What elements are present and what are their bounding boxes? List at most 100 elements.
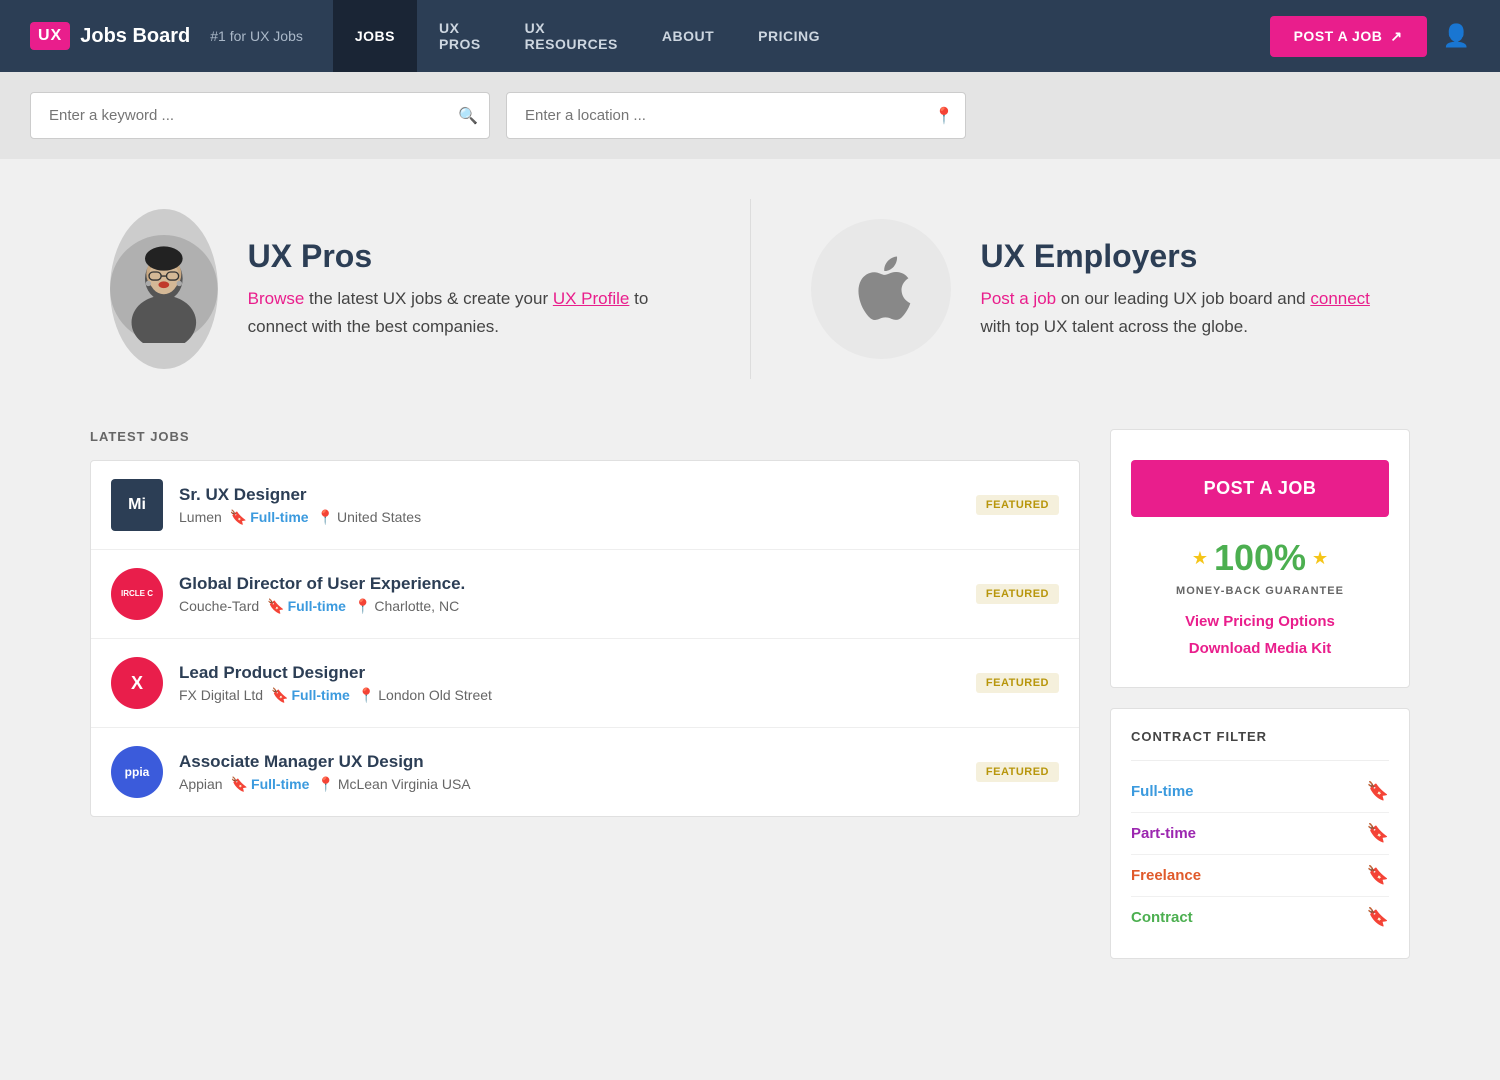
job-meta: FX Digital Ltd 🔖 Full-time 📍 London Old … (179, 687, 960, 704)
featured-badge: FEATURED (976, 584, 1059, 604)
apple-logo-circle (811, 219, 951, 359)
job-type: 🔖 Full-time (230, 509, 309, 526)
fulltime-bookmark-icon: 🔖 (1367, 781, 1389, 802)
filter-parttime-label: Part-time (1131, 825, 1196, 842)
bookmark-icon: 🔖 (267, 598, 284, 615)
browse-link[interactable]: Browse (248, 289, 305, 308)
user-icon[interactable]: 👤 (1443, 23, 1470, 49)
guarantee-label: MONEY-BACK GUARANTEE (1131, 585, 1389, 597)
bookmark-icon: 🔖 (271, 687, 288, 704)
search-bar: 🔍 📍 (0, 72, 1500, 159)
job-title: Global Director of User Experience. (179, 574, 960, 594)
ux-pros-description: Browse the latest UX jobs & create your … (248, 285, 690, 339)
job-logo: X (111, 657, 163, 709)
logo-box: UX (30, 22, 70, 50)
ux-employers-text: UX Employers Post a job on our leading U… (981, 238, 1391, 339)
job-info: Sr. UX Designer Lumen 🔖 Full-time 📍 Unit… (179, 485, 960, 526)
filter-fulltime[interactable]: Full-time 🔖 (1131, 771, 1389, 813)
location-search-wrap: 📍 (506, 92, 966, 139)
filter-divider (1131, 760, 1389, 761)
sidebar: POST A JOB ★ 100% ★ MONEY-BACK GUARANTEE… (1110, 429, 1410, 959)
job-location: 📍 McLean Virginia USA (317, 776, 470, 793)
filter-freelance-label: Freelance (1131, 867, 1201, 884)
filter-contract-label: Contract (1131, 909, 1193, 926)
location-icon: 📍 (934, 106, 954, 126)
media-kit-link[interactable]: Download Media Kit (1131, 640, 1389, 657)
navbar: UX Jobs Board #1 for UX Jobs JOBS UX PRO… (0, 0, 1500, 72)
connect-link[interactable]: connect (1310, 289, 1370, 308)
pin-icon: 📍 (317, 776, 334, 793)
filter-parttime[interactable]: Part-time 🔖 (1131, 813, 1389, 855)
pin-icon: 📍 (358, 687, 375, 704)
nav-link-ux-pros[interactable]: UX PROS (417, 0, 503, 72)
featured-badge: FEATURED (976, 673, 1059, 693)
nav-links: JOBS UX PROS UX RESOURCES ABOUT PRICING (333, 0, 842, 72)
job-info: Lead Product Designer FX Digital Ltd 🔖 F… (179, 663, 960, 704)
location-search-input[interactable] (506, 92, 966, 139)
post-job-button[interactable]: POST A JOB (1131, 460, 1389, 517)
job-type: 🔖 Full-time (267, 598, 346, 615)
featured-badge: FEATURED (976, 495, 1059, 515)
lower-section: LATEST JOBS Mi Sr. UX Designer Lumen 🔖 F… (90, 429, 1410, 959)
contract-filter: CONTRACT FILTER Full-time 🔖 Part-time 🔖 … (1110, 708, 1410, 959)
job-meta: Appian 🔖 Full-time 📍 McLean Virginia USA (179, 776, 960, 793)
star-left-icon: ★ (1192, 548, 1208, 569)
job-title: Associate Manager UX Design (179, 752, 960, 772)
nav-post-job-label: POST A JOB (1294, 28, 1383, 44)
search-icon: 🔍 (458, 108, 478, 125)
guarantee-percentage: 100% (1214, 537, 1306, 579)
brand-name: Jobs Board (80, 25, 190, 48)
nav-tagline: #1 for UX Jobs (210, 28, 303, 44)
job-logo: Mi (111, 479, 163, 531)
star-right-icon: ★ (1312, 548, 1328, 569)
post-job-card: POST A JOB ★ 100% ★ MONEY-BACK GUARANTEE… (1110, 429, 1410, 688)
nav-link-ux-resources[interactable]: UX RESOURCES (503, 0, 640, 72)
hero-section: UX Pros Browse the latest UX jobs & crea… (90, 189, 1410, 389)
bookmark-icon: 🔖 (230, 509, 247, 526)
job-title: Sr. UX Designer (179, 485, 960, 505)
table-row[interactable]: ppia Associate Manager UX Design Appian … (91, 728, 1079, 816)
pin-icon: 📍 (354, 598, 371, 615)
job-type: 🔖 Full-time (231, 776, 310, 793)
ux-profile-link[interactable]: UX Profile (553, 289, 630, 308)
hero-divider (750, 199, 751, 379)
job-type: 🔖 Full-time (271, 687, 350, 704)
filter-contract[interactable]: Contract 🔖 (1131, 897, 1389, 938)
job-company: FX Digital Ltd (179, 687, 263, 703)
filter-freelance[interactable]: Freelance 🔖 (1131, 855, 1389, 897)
job-location: 📍 United States (317, 509, 422, 526)
table-row[interactable]: X Lead Product Designer FX Digital Ltd 🔖… (91, 639, 1079, 728)
table-row[interactable]: Mi Sr. UX Designer Lumen 🔖 Full-time 📍 U… (91, 461, 1079, 550)
job-company: Appian (179, 776, 223, 792)
contract-bookmark-icon: 🔖 (1367, 907, 1389, 928)
post-job-link[interactable]: Post a job (981, 289, 1057, 308)
guarantee-row: ★ 100% ★ (1131, 537, 1389, 579)
ux-pros-avatar (110, 209, 218, 369)
table-row[interactable]: IRCLE C Global Director of User Experien… (91, 550, 1079, 639)
job-info: Associate Manager UX Design Appian 🔖 Ful… (179, 752, 960, 793)
contract-filter-heading: CONTRACT FILTER (1131, 729, 1389, 744)
job-logo: ppia (111, 746, 163, 798)
keyword-search-button[interactable]: 🔍 (458, 106, 478, 126)
job-location: 📍 London Old Street (358, 687, 492, 704)
keyword-search-wrap: 🔍 (30, 92, 490, 139)
filter-fulltime-label: Full-time (1131, 783, 1194, 800)
parttime-bookmark-icon: 🔖 (1367, 823, 1389, 844)
keyword-search-input[interactable] (30, 92, 490, 139)
jobs-section: LATEST JOBS Mi Sr. UX Designer Lumen 🔖 F… (90, 429, 1080, 959)
nav-link-pricing[interactable]: PRICING (736, 0, 842, 72)
nav-link-about[interactable]: ABOUT (640, 0, 736, 72)
job-info: Global Director of User Experience. Couc… (179, 574, 960, 615)
nav-post-job-button[interactable]: POST A JOB ↗ (1270, 16, 1427, 57)
nav-link-jobs[interactable]: JOBS (333, 0, 417, 72)
pin-icon: 📍 (317, 509, 334, 526)
job-location: 📍 Charlotte, NC (354, 598, 459, 615)
ux-employers-card: UX Employers Post a job on our leading U… (791, 189, 1411, 389)
ux-pros-title: UX Pros (248, 238, 690, 275)
ux-pros-card: UX Pros Browse the latest UX jobs & crea… (90, 189, 710, 389)
freelance-bookmark-icon: 🔖 (1367, 865, 1389, 886)
pricing-link[interactable]: View Pricing Options (1131, 613, 1389, 630)
logo[interactable]: UX Jobs Board (30, 22, 190, 50)
job-logo: IRCLE C (111, 568, 163, 620)
job-company: Couche-Tard (179, 598, 259, 614)
